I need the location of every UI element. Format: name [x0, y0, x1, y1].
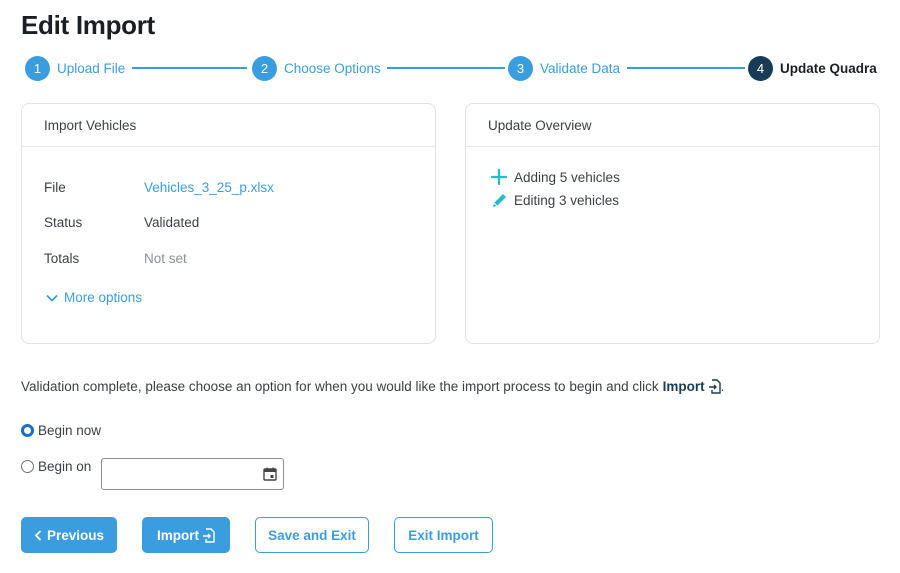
begin-now-radio[interactable]: [21, 424, 34, 437]
file-label: File: [44, 180, 66, 195]
previous-label: Previous: [46, 527, 105, 543]
editing-text: Editing 3 vehicles: [514, 192, 620, 208]
totals-label: Totals: [44, 251, 80, 266]
page-title: Edit Import: [21, 10, 155, 40]
chevron-down-icon: [46, 294, 58, 302]
step-connector: [132, 67, 247, 69]
begin-on-option[interactable]: Begin on: [21, 459, 91, 474]
step-label: Upload File: [57, 60, 126, 76]
file-import-icon: [708, 379, 721, 394]
card-title: Import Vehicles: [22, 104, 435, 147]
file-link[interactable]: Vehicles_3_25_p.xlsx: [144, 180, 274, 195]
pencil-icon: [490, 191, 508, 209]
step-number: 2: [252, 55, 277, 81]
editing-summary: Editing 3 vehicles: [490, 191, 619, 209]
begin-now-option[interactable]: Begin now: [21, 423, 101, 438]
card-title: Update Overview: [466, 104, 879, 147]
instruction-suffix: .: [720, 379, 725, 394]
adding-text: Adding 5 vehicles: [514, 169, 620, 185]
instruction-import-label: Import: [662, 379, 705, 394]
adding-summary: Adding 5 vehicles: [490, 168, 620, 186]
totals-value: Not set: [144, 251, 187, 266]
status-label: Status: [44, 215, 83, 230]
save-and-exit-button[interactable]: Save and Exit: [255, 517, 369, 553]
more-options-toggle[interactable]: More options: [46, 290, 142, 305]
step-upload-file[interactable]: 1 Upload File: [25, 55, 125, 81]
begin-now-label: Begin now: [38, 423, 102, 438]
step-connector: [387, 67, 505, 69]
update-overview-card: Update Overview Adding 5 vehicles Editin…: [465, 103, 880, 344]
import-label: Import: [157, 527, 199, 543]
step-validate-data[interactable]: 3 Validate Data: [508, 55, 620, 81]
step-label: Validate Data: [540, 60, 621, 76]
step-label: Update Quadra: [780, 60, 877, 76]
step-number: 1: [25, 55, 50, 81]
import-stepper: 1 Upload File 2 Choose Options 3 Validat…: [25, 55, 880, 83]
begin-on-label: Begin on: [38, 459, 92, 474]
step-number: 4: [748, 55, 773, 81]
instruction-body: Validation complete, please choose an op…: [21, 379, 659, 394]
step-connector: [627, 67, 745, 69]
calendar-icon[interactable]: [263, 467, 277, 481]
status-value: Validated: [144, 215, 200, 230]
begin-on-radio[interactable]: [21, 460, 34, 473]
more-options-label: More options: [64, 290, 143, 305]
import-vehicles-card: Import Vehicles File Vehicles_3_25_p.xls…: [21, 103, 436, 344]
step-number: 3: [508, 55, 533, 81]
plus-icon: [490, 168, 508, 186]
exit-import-button[interactable]: Exit Import: [394, 517, 493, 553]
step-choose-options[interactable]: 2 Choose Options: [252, 55, 381, 81]
import-button[interactable]: Import: [142, 517, 230, 553]
step-label: Choose Options: [284, 60, 381, 76]
step-update-quadra: 4 Update Quadra: [748, 55, 877, 81]
chevron-left-icon: [34, 529, 42, 541]
instruction-text: Validation complete, please choose an op…: [21, 379, 724, 394]
begin-date-input[interactable]: [101, 458, 284, 490]
previous-button[interactable]: Previous: [21, 517, 117, 553]
file-import-icon: [203, 527, 215, 543]
